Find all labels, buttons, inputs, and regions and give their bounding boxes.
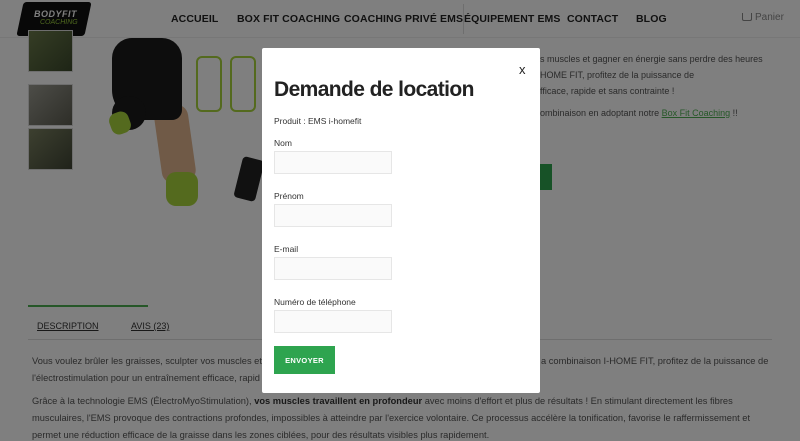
close-icon[interactable]: x (519, 62, 526, 77)
prenom-field[interactable] (274, 204, 392, 227)
telephone-field[interactable] (274, 310, 392, 333)
prenom-label: Prénom (274, 191, 304, 201)
telephone-label: Numéro de téléphone (274, 297, 356, 307)
email-field[interactable] (274, 257, 392, 280)
email-label: E-mail (274, 244, 299, 254)
modal-title: Demande de location (274, 78, 474, 101)
nom-field[interactable] (274, 151, 392, 174)
modal-product: Produit : EMS i-homefit (274, 116, 362, 126)
submit-button[interactable]: ENVOYER (274, 346, 335, 374)
nom-label: Nom (274, 138, 292, 148)
